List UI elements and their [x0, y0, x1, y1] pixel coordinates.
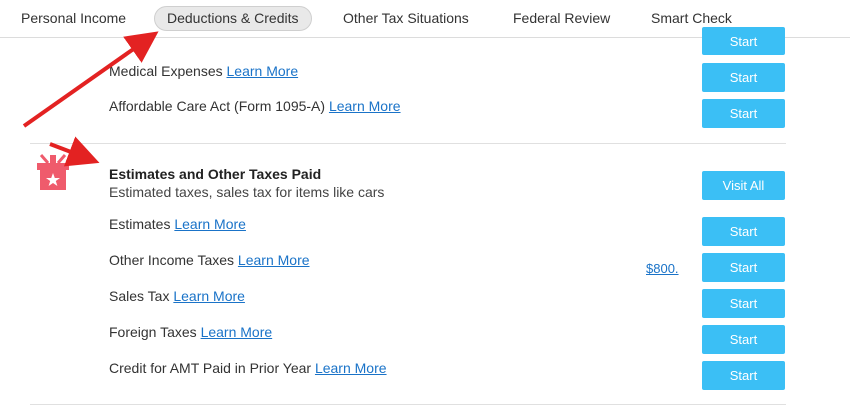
learn-more-link[interactable]: Learn More	[174, 216, 246, 232]
other-income-taxes-amount[interactable]: $800.	[646, 261, 679, 276]
section-subtitle: Estimated taxes, sales tax for items lik…	[109, 184, 385, 200]
row-foreign-taxes: Foreign Taxes Learn More	[109, 324, 272, 340]
start-button-medical-expenses[interactable]: Start	[702, 63, 785, 92]
learn-more-link[interactable]: Learn More	[238, 252, 310, 268]
row-label: Medical Expenses	[109, 63, 223, 79]
row-other-income-taxes: Other Income Taxes Learn More	[109, 252, 310, 268]
section-title: Estimates and Other Taxes Paid	[109, 166, 322, 182]
gift-box-icon	[37, 154, 69, 190]
start-button-sales-tax[interactable]: Start	[702, 289, 785, 318]
start-button-estimates[interactable]: Start	[702, 217, 785, 246]
start-button-affordable-care-act[interactable]: Start	[702, 99, 785, 128]
learn-more-link[interactable]: Learn More	[173, 288, 245, 304]
tab-federal-review[interactable]: Federal Review	[513, 6, 610, 31]
section-divider	[30, 143, 786, 144]
row-medical-expenses: Medical Expenses Learn More	[109, 63, 298, 79]
row-sales-tax: Sales Tax Learn More	[109, 288, 245, 304]
section-divider-bottom	[30, 404, 786, 405]
start-button-other-income-taxes[interactable]: Start	[702, 253, 785, 282]
row-label: Sales Tax	[109, 288, 170, 304]
start-button-foreign-taxes[interactable]: Start	[702, 325, 785, 354]
start-button-cut-row[interactable]: Start	[702, 27, 785, 55]
visit-all-button[interactable]: Visit All	[702, 171, 785, 200]
row-label: Other Income Taxes	[109, 252, 235, 268]
learn-more-link[interactable]: Learn More	[329, 98, 401, 114]
row-label: Credit for AMT Paid in Prior Year	[109, 360, 312, 376]
learn-more-link[interactable]: Learn More	[201, 324, 273, 340]
tab-other-tax-situations[interactable]: Other Tax Situations	[343, 6, 469, 31]
learn-more-link[interactable]: Learn More	[315, 360, 387, 376]
start-button-amt-credit[interactable]: Start	[702, 361, 785, 390]
row-label: Foreign Taxes	[109, 324, 197, 340]
row-estimates: Estimates Learn More	[109, 216, 246, 232]
row-amt-credit: Credit for AMT Paid in Prior Year Learn …	[109, 360, 387, 376]
row-affordable-care-act: Affordable Care Act (Form 1095-A) Learn …	[109, 98, 401, 114]
row-label: Affordable Care Act (Form 1095-A)	[109, 98, 326, 114]
learn-more-link[interactable]: Learn More	[227, 63, 299, 79]
tab-deductions-credits[interactable]: Deductions & Credits	[154, 6, 312, 31]
row-label: Estimates	[109, 216, 171, 232]
tab-personal-income[interactable]: Personal Income	[21, 6, 126, 31]
